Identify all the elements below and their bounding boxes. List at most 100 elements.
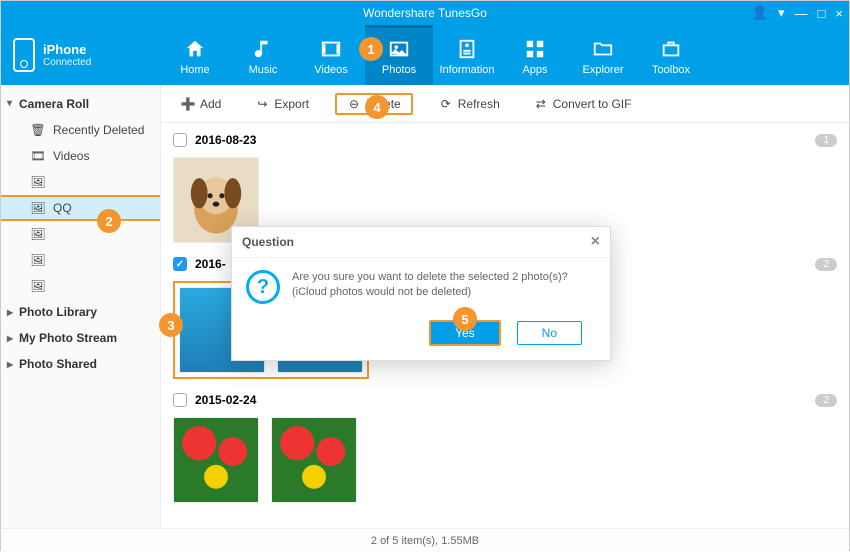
convert-icon: ⇄	[534, 97, 548, 111]
device-name: iPhone	[43, 42, 91, 57]
sidebar-group-camera-roll[interactable]: Camera Roll	[1, 91, 160, 117]
explorer-icon	[591, 38, 615, 60]
nav-apps-label: Apps	[522, 64, 547, 76]
sidebar-group-my-photo-stream[interactable]: My Photo Stream	[1, 325, 160, 351]
sidebar-item-label	[53, 279, 77, 293]
home-icon	[183, 38, 207, 60]
delete-icon: ⊖	[347, 97, 361, 111]
user-icon[interactable]: 👤	[752, 5, 768, 21]
sidebar-item-videos[interactable]: 🎞 Videos	[1, 143, 160, 169]
sidebar-item-recently-deleted[interactable]: 🗑 Recently Deleted	[1, 117, 160, 143]
group-checkbox[interactable]	[173, 393, 187, 407]
dialog-buttons: Yes No	[232, 310, 610, 360]
refresh-icon: ⟳	[439, 97, 453, 111]
group-count: 2	[815, 258, 837, 271]
nav-apps[interactable]: Apps	[501, 25, 569, 85]
minimize-button[interactable]: —	[795, 6, 808, 21]
question-icon: ?	[246, 270, 280, 304]
window-controls: 👤 ▾ — □ ×	[752, 1, 843, 25]
device-text: iPhone Connected	[43, 42, 91, 68]
toolbar-label: Export	[274, 97, 309, 111]
add-button[interactable]: ➕ Add	[173, 93, 229, 115]
dialog-message: Are you sure you want to delete the sele…	[292, 270, 596, 301]
plus-icon: ➕	[181, 97, 195, 111]
nav-explorer-label: Explorer	[583, 64, 624, 76]
device-status: Connected	[43, 57, 91, 68]
app-title: Wondershare TunesGo	[363, 6, 487, 20]
sidebar-item-label: My Photo Stream	[19, 331, 117, 345]
apps-icon	[523, 38, 547, 60]
group-header[interactable]: 2016-08-23 1	[173, 127, 837, 153]
image-icon: 🖼	[31, 227, 45, 241]
close-button[interactable]: ×	[835, 6, 843, 21]
toolbar-label: Add	[200, 97, 221, 111]
sidebar-item-blur4[interactable]: 🖼	[1, 273, 160, 299]
close-icon[interactable]: ×	[591, 233, 600, 251]
convert-button[interactable]: ⇄ Convert to GIF	[526, 93, 640, 115]
sidebar-item-label	[53, 227, 77, 241]
nav-toolbox[interactable]: Toolbox	[637, 25, 705, 85]
titlebar: Wondershare TunesGo 👤 ▾ — □ ×	[1, 1, 849, 25]
export-icon: ↪	[255, 97, 269, 111]
sidebar: Camera Roll 🗑 Recently Deleted 🎞 Videos …	[1, 85, 161, 528]
no-button[interactable]: No	[517, 321, 582, 345]
photo-thumbnail[interactable]	[271, 417, 357, 503]
refresh-button[interactable]: ⟳ Refresh	[431, 93, 508, 115]
group-date: 2016-	[195, 257, 226, 271]
nav-information-label: Information	[439, 64, 494, 76]
header: iPhone Connected Home Music Videos Photo…	[1, 25, 849, 85]
nav-videos-label: Videos	[314, 64, 347, 76]
dialog-titlebar: Question ×	[232, 227, 610, 258]
step-2: 2	[97, 209, 121, 233]
nav-information[interactable]: Information	[433, 25, 501, 85]
toolbox-icon	[659, 38, 683, 60]
sidebar-item-qq[interactable]: 🖼 QQ	[1, 195, 160, 221]
step-4: 4	[365, 95, 389, 119]
step-1: 1	[359, 37, 383, 61]
device-panel[interactable]: iPhone Connected	[1, 38, 161, 72]
sidebar-group-photo-shared[interactable]: Photo Shared	[1, 351, 160, 377]
nav-videos[interactable]: Videos	[297, 25, 365, 85]
group-count: 2	[815, 394, 837, 407]
group-date: 2016-08-23	[195, 133, 256, 147]
information-icon	[455, 38, 479, 60]
image-icon: 🖼	[31, 253, 45, 267]
toolbar-label: Refresh	[458, 97, 500, 111]
videos-icon	[319, 38, 343, 60]
sidebar-item-blur1[interactable]: 🖼	[1, 169, 160, 195]
toolbar-label: Convert to GIF	[553, 97, 632, 111]
photo-thumbnail[interactable]	[173, 417, 259, 503]
nav-toolbox-label: Toolbox	[652, 64, 690, 76]
status-text: 2 of 5 item(s), 1.55MB	[371, 535, 479, 547]
image-icon: 🖼	[31, 279, 45, 293]
step-5: 5	[453, 307, 477, 331]
image-icon: 🖼	[31, 175, 45, 189]
nav-home[interactable]: Home	[161, 25, 229, 85]
sidebar-item-blur3[interactable]: 🖼	[1, 247, 160, 273]
nav: Home Music Videos Photos Information App…	[161, 25, 849, 85]
group-checkbox[interactable]	[173, 133, 187, 147]
sidebar-group-photo-library[interactable]: Photo Library	[1, 299, 160, 325]
nav-music[interactable]: Music	[229, 25, 297, 85]
group-date: 2015-02-24	[195, 393, 256, 407]
confirm-dialog: Question × ? Are you sure you want to de…	[231, 226, 611, 361]
group-checkbox[interactable]: ✓	[173, 257, 187, 271]
image-icon: 🖼	[31, 201, 45, 215]
phone-icon	[13, 38, 35, 72]
sidebar-item-label: Videos	[53, 149, 89, 163]
maximize-button[interactable]: □	[818, 6, 826, 21]
export-button[interactable]: ↪ Export	[247, 93, 317, 115]
sidebar-item-label	[53, 253, 77, 267]
user-dropdown[interactable]: ▾	[778, 5, 785, 21]
statusbar: 2 of 5 item(s), 1.55MB	[1, 528, 849, 552]
nav-photos-label: Photos	[382, 64, 416, 76]
sidebar-item-blur2[interactable]: 🖼	[1, 221, 160, 247]
group-header[interactable]: 2015-02-24 2	[173, 387, 837, 413]
step-3: 3	[159, 313, 183, 337]
dialog-title: Question	[242, 235, 294, 249]
nav-explorer[interactable]: Explorer	[569, 25, 637, 85]
dialog-body: ? Are you sure you want to delete the se…	[232, 258, 610, 310]
nav-music-label: Music	[249, 64, 278, 76]
sidebar-item-label	[53, 175, 77, 189]
trash-icon: 🗑	[31, 123, 45, 137]
